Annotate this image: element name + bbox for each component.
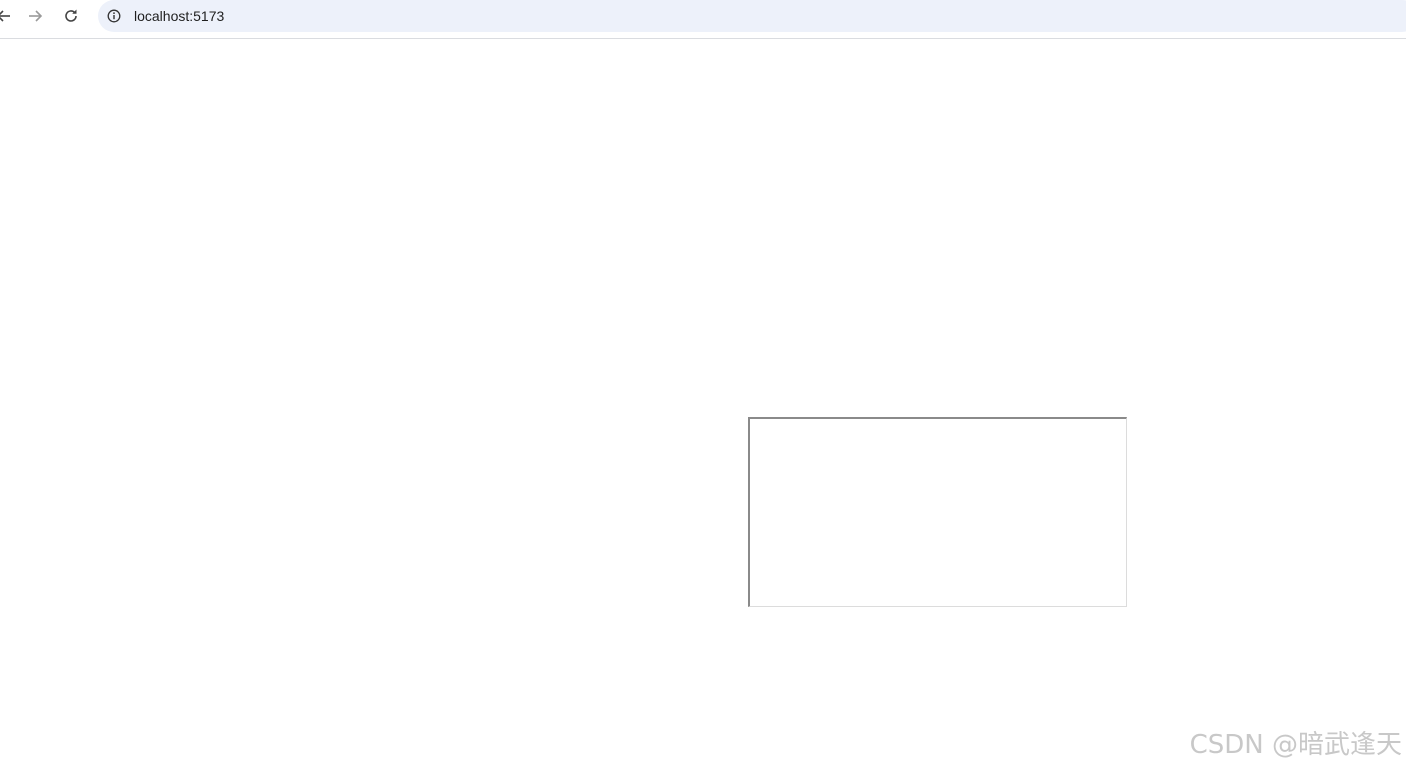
browser-toolbar: localhost:5173 [0,0,1406,39]
forward-button[interactable] [23,4,47,28]
arrow-right-icon [29,10,43,22]
reload-icon [65,9,77,22]
page-viewport [0,39,1406,769]
back-button[interactable] [0,4,16,28]
watermark: CSDN @暗武逢天 [1189,730,1402,760]
info-icon[interactable] [107,9,121,23]
address-bar[interactable]: localhost:5173 [98,0,1406,32]
reload-button[interactable] [59,4,83,28]
text-area[interactable] [748,417,1127,607]
url-text[interactable]: localhost:5173 [134,7,224,25]
arrow-left-icon [0,10,10,22]
